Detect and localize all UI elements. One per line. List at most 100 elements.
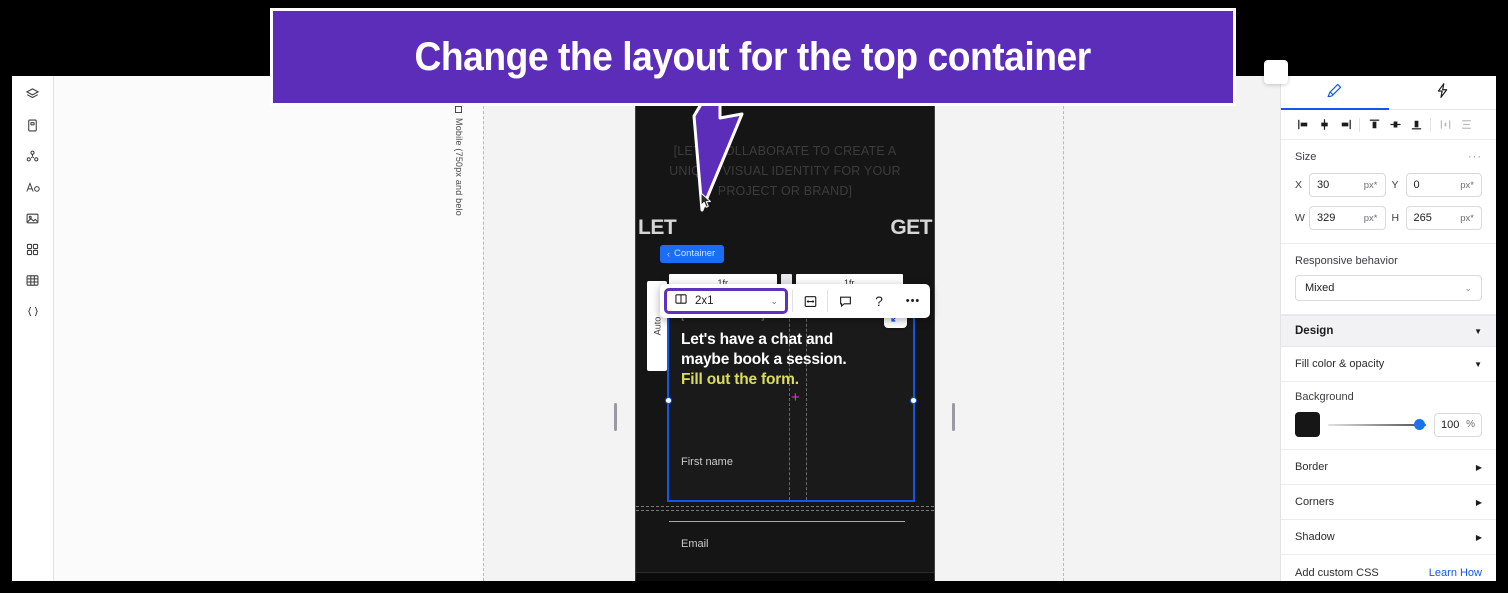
screenshot-root: Mobile (750px and belo [LET'S COLLABORAT… [0,0,1508,593]
distribute-vertical-icon [1456,114,1476,136]
hero-big-word-right: GET [890,216,932,239]
design-section-title: Design [1295,325,1334,337]
h-field-key: H [1391,212,1400,224]
chevron-down-icon: ▼ [1474,359,1482,369]
h-input[interactable]: 265 px* [1405,206,1482,230]
background-color-swatch[interactable] [1295,412,1320,437]
w-unit: px* [1363,212,1378,224]
container-badge-chevron-icon: ‹ [667,248,670,259]
table-icon[interactable] [18,269,48,291]
x-input[interactable]: 30 px* [1309,173,1386,197]
align-middle-vertical-icon[interactable] [1385,114,1405,136]
canvas-resize-handle-left[interactable] [614,403,617,431]
chevron-right-icon: ▶ [1475,532,1482,542]
page-background-left [54,76,483,581]
responsive-value: Mixed [1305,282,1335,294]
h-unit: px* [1460,212,1474,224]
y-input[interactable]: 0 px* [1405,173,1482,197]
canvas-resize-handle-right[interactable] [952,403,955,431]
interactions-tab[interactable] [1389,76,1497,109]
canvas-bottom-bar [636,572,934,581]
hero-big-word-left: LET [638,216,677,239]
w-input[interactable]: 329 px* [1309,206,1386,230]
add-element-plus-icon[interactable]: + [791,390,800,405]
pages-icon[interactable] [18,114,48,136]
align-top-icon[interactable] [1364,114,1384,136]
y-field: Y 0 px* [1392,173,1482,197]
row-separator-top [636,506,934,507]
shadow-row[interactable]: Shadow ▶ [1281,520,1496,555]
size-section-header: Size ··· [1295,151,1482,163]
help-icon[interactable]: ? [862,284,896,318]
size-more-icon[interactable]: ··· [1468,151,1482,163]
resize-handle-left[interactable] [665,397,672,404]
chevron-down-icon: ⌄ [770,295,778,306]
more-options-icon[interactable]: ••• [896,284,930,318]
lightning-icon [1434,82,1451,104]
background-block: Background 100 % [1281,382,1496,450]
layers-icon[interactable] [18,83,48,105]
chevron-down-icon: ▼ [1474,326,1482,336]
opacity-unit: % [1466,419,1475,430]
spacing-icon[interactable] [793,284,827,318]
input-underline [669,521,905,522]
corners-row[interactable]: Corners ▶ [1281,485,1496,520]
opacity-slider[interactable] [1328,418,1426,432]
learn-how-link[interactable]: Learn How [1429,567,1482,579]
email-label: Email [681,538,709,550]
inspector-tabs [1281,76,1496,110]
opacity-slider-knob[interactable] [1414,419,1425,430]
site-structure-icon[interactable] [18,145,48,167]
y-value: 0 [1413,179,1420,191]
align-bottom-icon[interactable] [1406,114,1426,136]
w-field: W 329 px* [1295,206,1386,230]
floating-chip[interactable] [1264,60,1288,84]
layout-select-value: 2x1 [695,295,714,307]
fill-color-row[interactable]: Fill color & opacity ▼ [1281,347,1496,382]
code-icon[interactable] [18,300,48,322]
alignment-divider-2 [1430,117,1431,132]
align-center-horizontal-icon[interactable] [1314,114,1334,136]
row-separator-bottom [636,510,934,511]
x-field-key: X [1295,179,1303,191]
custom-css-label: Add custom CSS [1295,567,1379,579]
layout-select[interactable]: 2x1 ⌄ [664,288,788,314]
selected-container[interactable]: + [CONTACT ME] Let's have a chat and may… [665,297,917,502]
size-title: Size [1295,151,1317,163]
responsive-select[interactable]: Mixed ⌄ [1295,275,1482,301]
element-toolbar[interactable]: 2x1 ⌄ ? ••• [660,284,930,318]
mouse-cursor-icon [700,192,712,209]
comment-icon[interactable] [828,284,862,318]
annotation-banner-text: Change the layout for the top container [414,34,1092,79]
chevron-down-icon: ⌄ [1464,282,1472,293]
x-unit: px* [1363,179,1378,191]
headline-line-1: Let's have a chat and [681,331,833,348]
alignment-divider-1 [1359,117,1360,132]
responsive-section: Responsive behavior Mixed ⌄ [1281,244,1496,315]
chevron-right-icon: ▶ [1475,497,1482,507]
image-icon[interactable] [18,207,48,229]
w-field-key: W [1295,212,1305,224]
text-icon[interactable] [18,176,48,198]
first-name-label: First name [681,456,733,468]
breakpoint-guide-left [483,76,484,581]
layout-columns-icon [674,292,688,311]
breakpoint-label[interactable]: Mobile (750px and belo [454,106,464,216]
border-label: Border [1295,461,1329,473]
row-auto-label: Auto [651,316,662,336]
x-value: 30 [1317,179,1330,191]
align-right-icon[interactable] [1335,114,1355,136]
design-tab[interactable] [1281,76,1389,110]
container-badge[interactable]: ‹ Container [660,245,725,263]
x-field: X 30 px* [1295,173,1386,197]
resize-handle-right[interactable] [910,397,917,404]
opacity-input[interactable]: 100 % [1434,412,1482,437]
opacity-value: 100 [1441,418,1460,431]
contact-headline: Let's have a chat and maybe book a sessi… [681,330,881,390]
apps-icon[interactable] [18,238,48,260]
h-value: 265 [1413,212,1432,224]
align-left-icon[interactable] [1293,114,1313,136]
inspector-panel: Size ··· X 30 px* Y 0 px* W 329 px* H 26… [1280,76,1496,581]
design-section-header[interactable]: Design ▼ [1281,315,1496,347]
border-row[interactable]: Border ▶ [1281,450,1496,485]
